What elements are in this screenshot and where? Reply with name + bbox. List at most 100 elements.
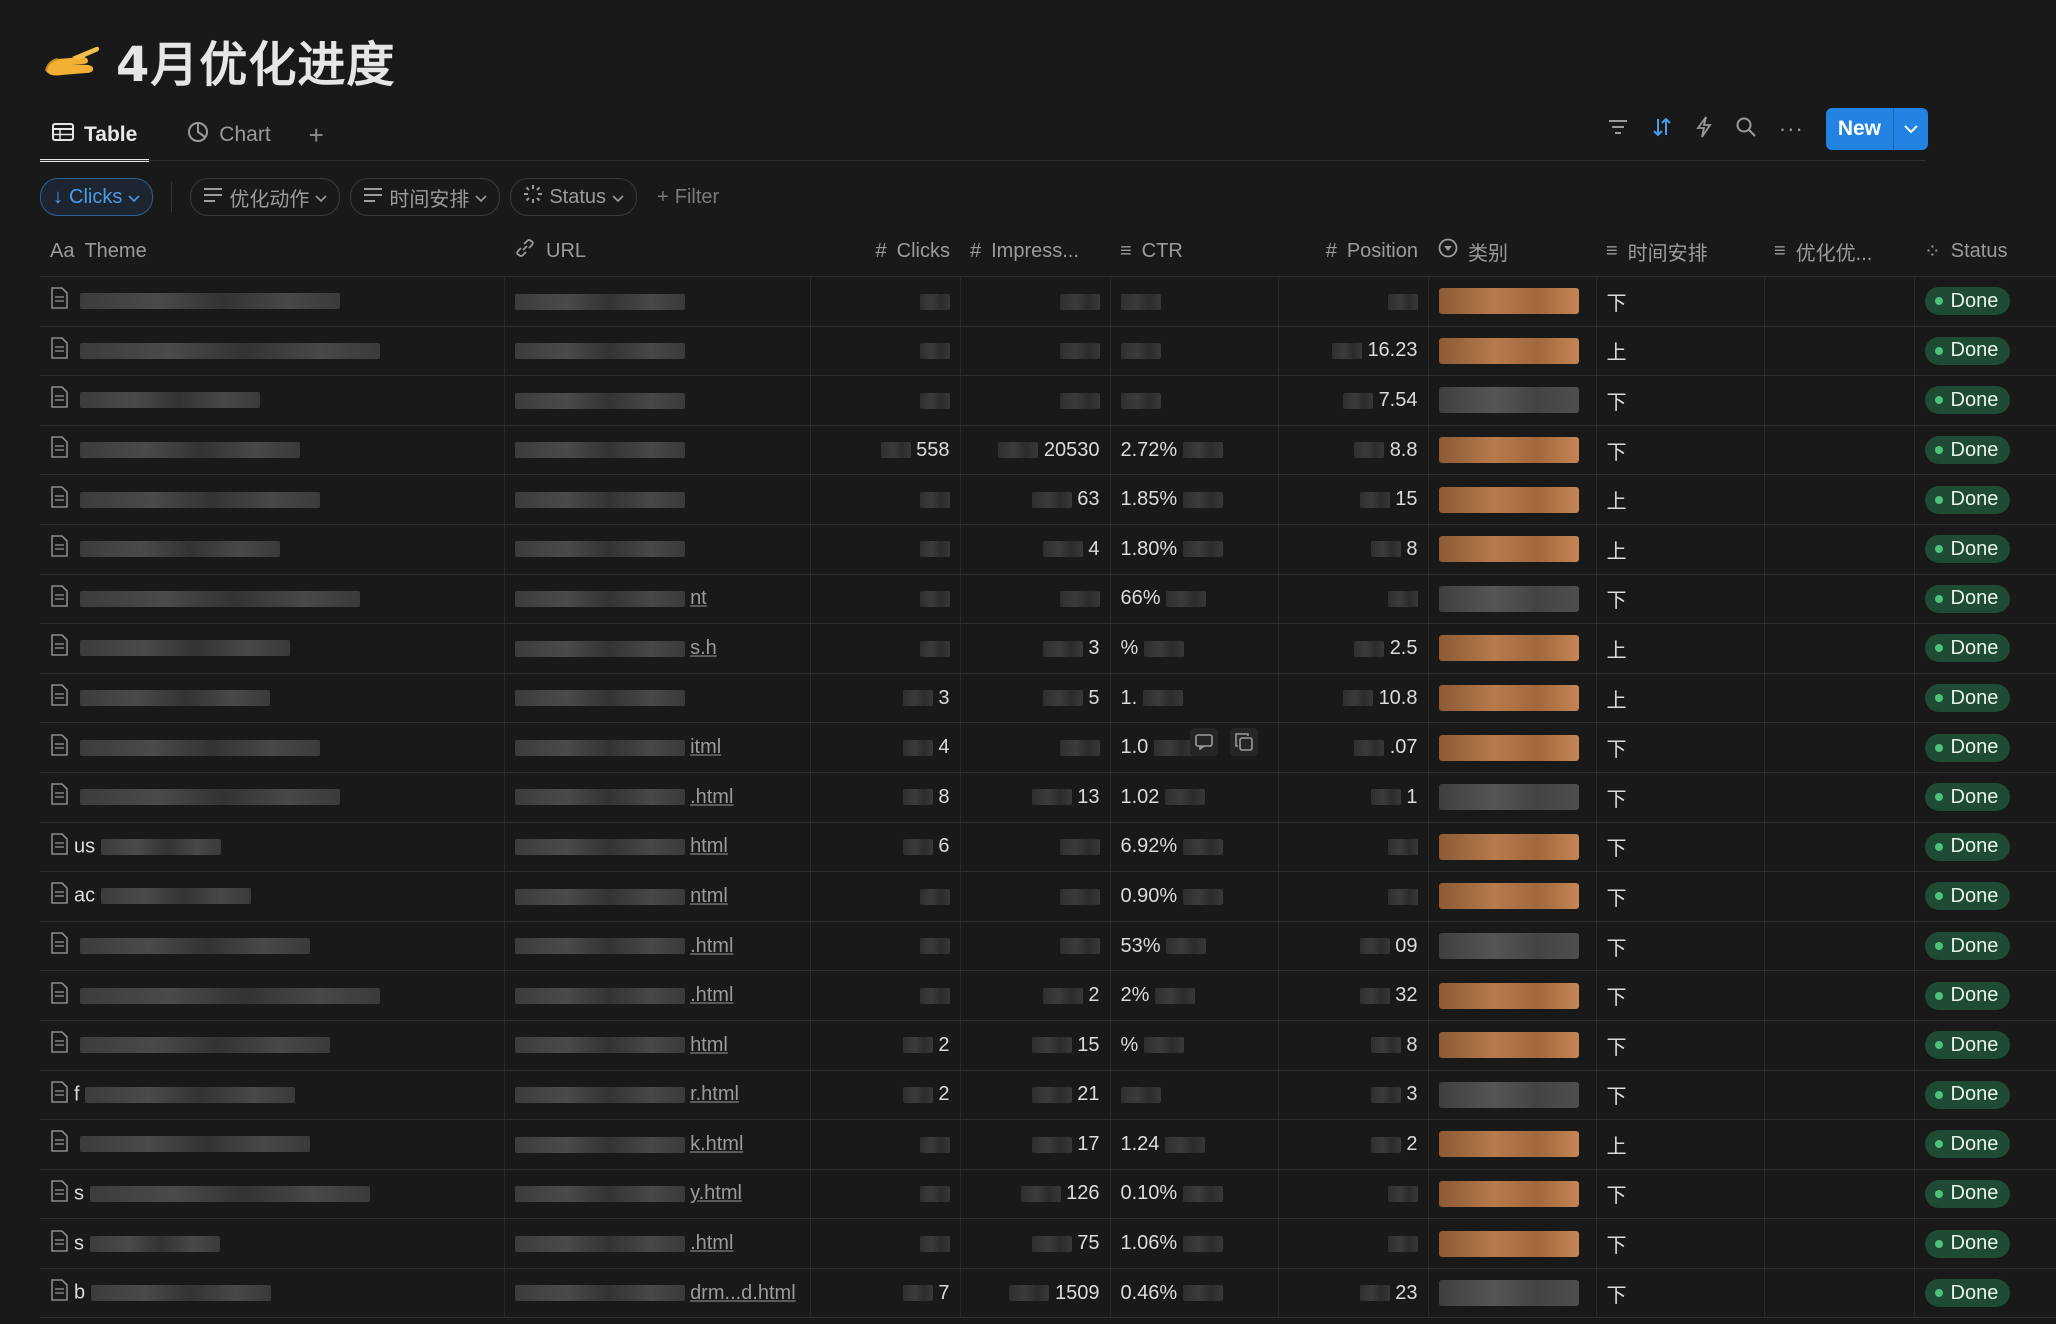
cell-url-link[interactable]: r.html xyxy=(690,1083,739,1105)
cell-theme[interactable] xyxy=(40,425,505,476)
cell-status[interactable]: Done xyxy=(1914,1169,2056,1220)
col-header-theme[interactable]: Aa Theme xyxy=(40,226,504,277)
cell-theme[interactable] xyxy=(40,970,505,1021)
cell-position[interactable]: 8 xyxy=(1278,524,1429,575)
cell-optimize[interactable] xyxy=(1764,1268,1915,1319)
table-row[interactable]: b drm...d.html 7 1509 0.46% 23 下 Done xyxy=(40,1268,2056,1319)
cell-impressions[interactable]: 13 xyxy=(960,772,1111,823)
cell-ctr[interactable] xyxy=(1110,326,1279,377)
chevron-down-icon[interactable] xyxy=(1893,108,1928,150)
cell-status[interactable]: Done xyxy=(1914,623,2056,674)
cell-ctr[interactable]: 1.85% xyxy=(1110,474,1279,525)
cell-optimize[interactable] xyxy=(1764,524,1915,575)
cell-theme[interactable]: s xyxy=(40,1218,505,1269)
cell-position[interactable]: 32 xyxy=(1278,970,1429,1021)
cell-optimize[interactable] xyxy=(1764,474,1915,525)
cell-impressions[interactable]: 4 xyxy=(960,524,1111,575)
cell-category[interactable] xyxy=(1428,673,1597,724)
cell-url-link[interactable]: nt xyxy=(690,587,707,609)
cell-category[interactable] xyxy=(1428,276,1597,327)
cell-url[interactable]: y.html xyxy=(504,1169,811,1220)
more-icon[interactable]: ··· xyxy=(1779,116,1804,142)
cell-position[interactable]: 15 xyxy=(1278,474,1429,525)
cell-ctr[interactable] xyxy=(1110,1070,1279,1121)
cell-url[interactable] xyxy=(504,425,811,476)
filter-icon[interactable] xyxy=(1607,118,1629,141)
cell-category[interactable] xyxy=(1428,1070,1597,1121)
cell-schedule[interactable]: 下 xyxy=(1596,722,1765,773)
cell-clicks[interactable]: 8 xyxy=(810,772,961,823)
cell-clicks[interactable]: 4 xyxy=(810,722,961,773)
cell-category[interactable] xyxy=(1428,1218,1597,1269)
search-icon[interactable] xyxy=(1735,116,1757,143)
cell-clicks[interactable] xyxy=(810,623,961,674)
cell-impressions[interactable]: 63 xyxy=(960,474,1111,525)
cell-url[interactable]: html xyxy=(504,1020,811,1071)
cell-url[interactable] xyxy=(504,474,811,525)
cell-theme[interactable] xyxy=(40,474,505,525)
cell-theme[interactable]: f xyxy=(40,1070,505,1121)
cell-url-link[interactable]: ntml xyxy=(690,885,728,907)
cell-ctr[interactable] xyxy=(1110,375,1279,426)
cell-category[interactable] xyxy=(1428,326,1597,377)
cell-optimize[interactable] xyxy=(1764,722,1915,773)
cell-impressions[interactable] xyxy=(960,276,1111,327)
cell-category[interactable] xyxy=(1428,1268,1597,1319)
cell-category[interactable] xyxy=(1428,1119,1597,1170)
cell-optimize[interactable] xyxy=(1764,623,1915,674)
cell-status[interactable]: Done xyxy=(1914,524,2056,575)
cell-clicks[interactable] xyxy=(810,474,961,525)
cell-optimize[interactable] xyxy=(1764,970,1915,1021)
cell-clicks[interactable] xyxy=(810,921,961,972)
cell-ctr[interactable]: % xyxy=(1110,623,1279,674)
cell-category[interactable] xyxy=(1428,822,1597,873)
cell-status[interactable]: Done xyxy=(1914,822,2056,873)
cell-schedule[interactable]: 下 xyxy=(1596,1070,1765,1121)
cell-ctr[interactable]: 53% xyxy=(1110,921,1279,972)
table-row[interactable]: s .html 75 1.06% 下 Done xyxy=(40,1218,2056,1269)
filter-chip-schedule[interactable]: 时间安排 xyxy=(350,178,501,216)
cell-clicks[interactable] xyxy=(810,524,961,575)
table-row[interactable]: itml 4 1.0 .07 下 Done xyxy=(40,722,2056,773)
cell-category[interactable] xyxy=(1428,921,1597,972)
cell-position[interactable] xyxy=(1278,1218,1429,1269)
col-header-ctr[interactable]: ≡ CTR xyxy=(1110,226,1278,277)
sort-icon[interactable] xyxy=(1651,116,1673,143)
cell-status[interactable]: Done xyxy=(1914,871,2056,922)
cell-clicks[interactable] xyxy=(810,1169,961,1220)
cell-optimize[interactable] xyxy=(1764,1169,1915,1220)
col-header-status[interactable]: ⁘ Status xyxy=(1914,226,2056,277)
cell-clicks[interactable] xyxy=(810,970,961,1021)
tab-table[interactable]: Table xyxy=(40,112,150,162)
cell-theme[interactable] xyxy=(40,574,505,625)
cell-impressions[interactable]: 21 xyxy=(960,1070,1111,1121)
cell-position[interactable]: 8 xyxy=(1278,1020,1429,1071)
cell-schedule[interactable]: 下 xyxy=(1596,772,1765,823)
cell-status[interactable]: Done xyxy=(1914,722,2056,773)
cell-schedule[interactable]: 上 xyxy=(1596,326,1765,377)
table-row[interactable]: s y.html 126 0.10% 下 Done xyxy=(40,1169,2056,1220)
cell-url[interactable] xyxy=(504,276,811,327)
col-header-url[interactable]: URL xyxy=(504,226,810,277)
cell-position[interactable] xyxy=(1278,822,1429,873)
cell-schedule[interactable]: 上 xyxy=(1596,623,1765,674)
cell-theme[interactable] xyxy=(40,921,505,972)
cell-url-link[interactable]: .html xyxy=(690,1232,733,1254)
cell-status[interactable]: Done xyxy=(1914,1020,2056,1071)
col-header-optimize[interactable]: ≡ 优化优... xyxy=(1764,226,1914,277)
cell-schedule[interactable]: 下 xyxy=(1596,1268,1765,1319)
cell-impressions[interactable] xyxy=(960,722,1111,773)
cell-ctr[interactable]: 1.06% xyxy=(1110,1218,1279,1269)
cell-clicks[interactable]: 6 xyxy=(810,822,961,873)
cell-url[interactable]: r.html xyxy=(504,1070,811,1121)
cell-theme[interactable] xyxy=(40,1119,505,1170)
cell-position[interactable]: 7.54 xyxy=(1278,375,1429,426)
cell-clicks[interactable] xyxy=(810,276,961,327)
cell-ctr[interactable]: 2.72% xyxy=(1110,425,1279,476)
cell-schedule[interactable]: 下 xyxy=(1596,1218,1765,1269)
cell-category[interactable] xyxy=(1428,425,1597,476)
cell-url[interactable]: html xyxy=(504,822,811,873)
cell-schedule[interactable]: 下 xyxy=(1596,375,1765,426)
col-header-position[interactable]: # Position xyxy=(1278,226,1428,277)
cell-url-link[interactable]: itml xyxy=(690,736,721,758)
